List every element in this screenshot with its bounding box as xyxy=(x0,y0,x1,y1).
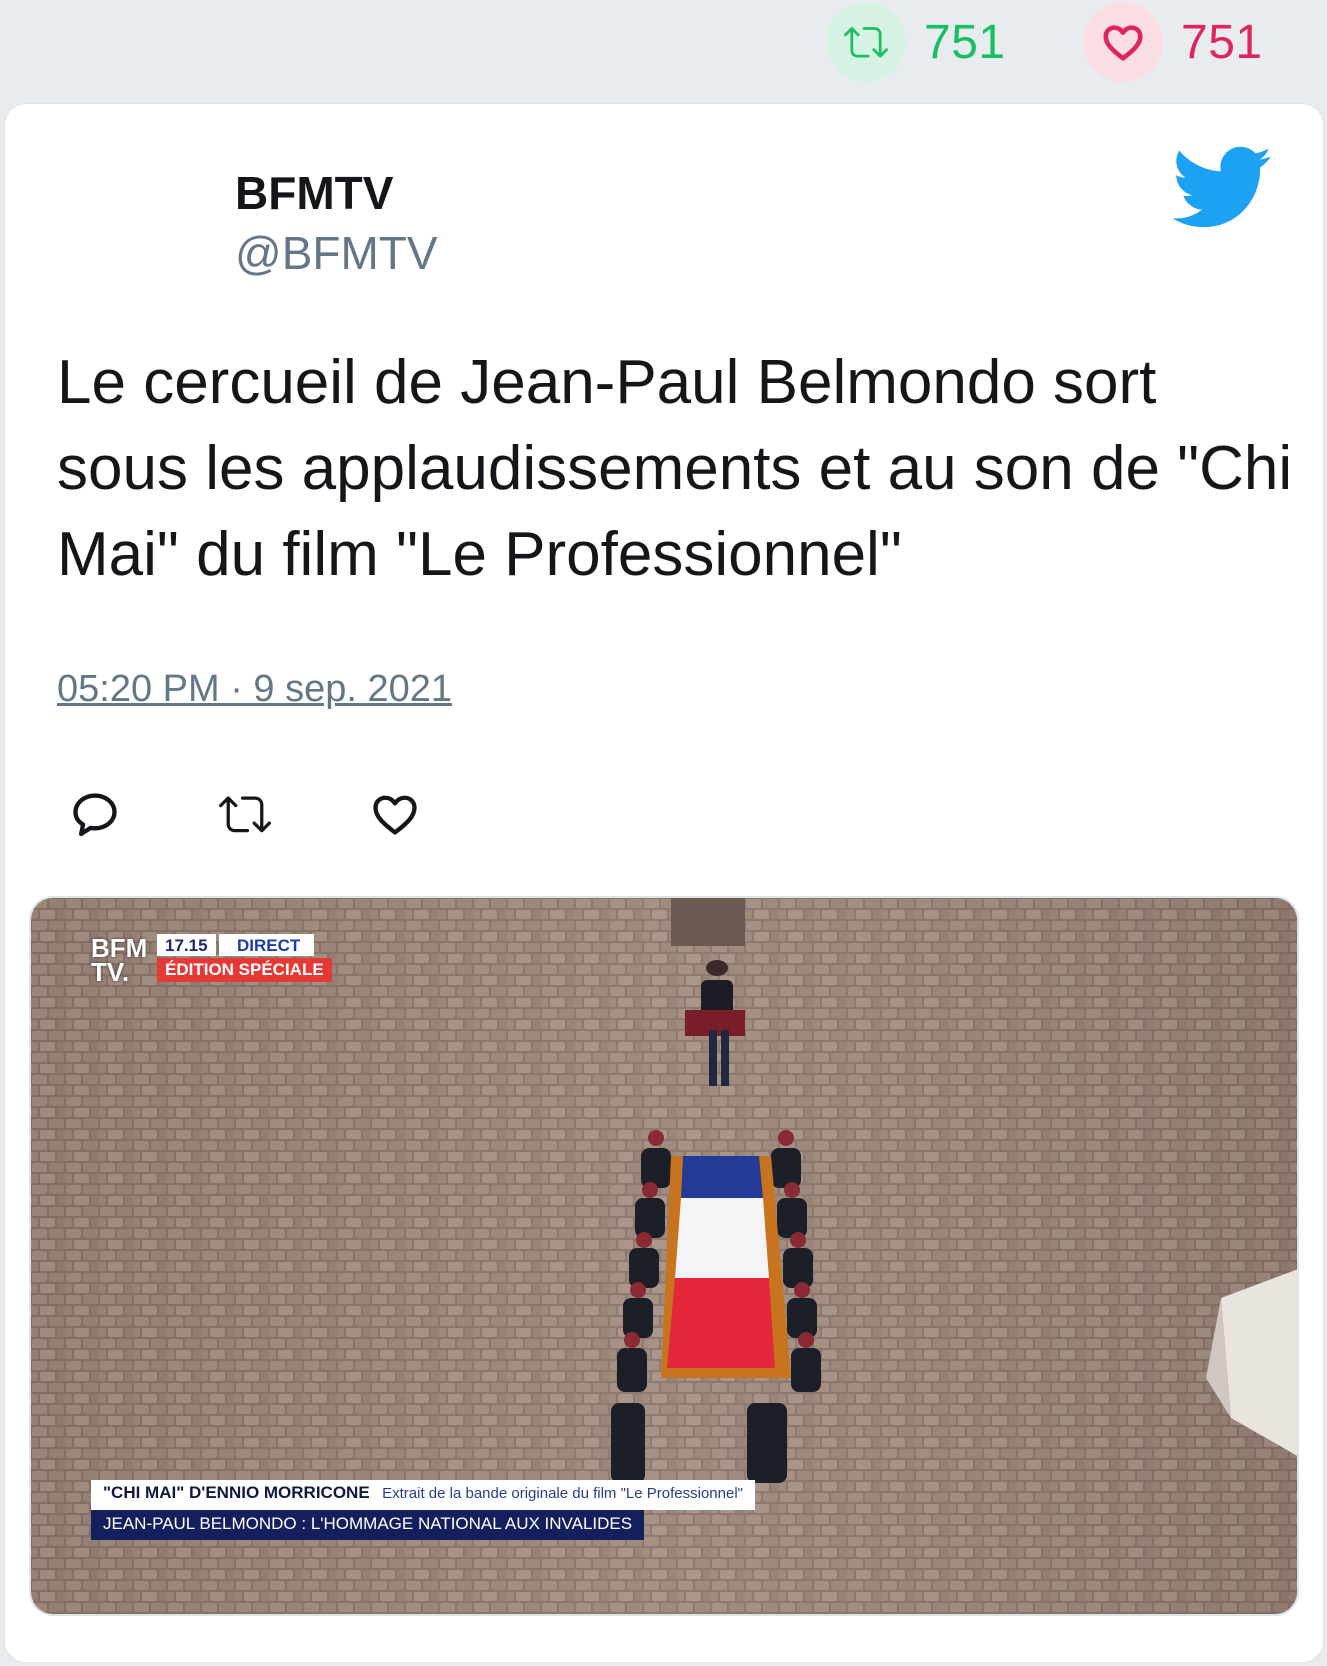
tweet-timestamp[interactable]: 05:20 PM · 9 sep. 2021 xyxy=(57,668,452,711)
author-handle[interactable]: @BFMTV xyxy=(235,224,438,282)
retweet-icon xyxy=(826,2,906,82)
caption-bottom: JEAN-PAUL BELMONDO : L'HOMMAGE NATIONAL … xyxy=(91,1510,645,1540)
caption-top: "CHI MAI" D'ENNIO MORRICONE Extrait de l… xyxy=(91,1480,755,1510)
heart-icon xyxy=(1083,2,1163,82)
engagement-stats-bar: 751 751 xyxy=(0,0,1327,100)
tweet-media-video[interactable]: BFM TV. 17.15 DIRECT ÉDITION SPÉCIALE "C… xyxy=(29,896,1299,1616)
heart-icon xyxy=(373,795,417,835)
retweet-icon xyxy=(219,796,271,833)
like-stat: 751 xyxy=(1083,2,1263,82)
reply-button[interactable] xyxy=(65,784,125,844)
broadcast-time: 17.15 xyxy=(157,934,216,956)
caption-title: "CHI MAI" D'ENNIO MORRICONE xyxy=(103,1483,370,1502)
caption-subtitle: Extrait de la bande originale du film "L… xyxy=(382,1485,743,1502)
like-button[interactable] xyxy=(365,784,425,844)
author-name[interactable]: BFMTV xyxy=(235,164,438,222)
retweet-button[interactable] xyxy=(215,784,275,844)
channel-logo-line2: TV. xyxy=(91,957,130,987)
reply-icon xyxy=(73,793,117,837)
retweet-count: 751 xyxy=(924,15,1006,69)
edition-badge: ÉDITION SPÉCIALE xyxy=(157,958,332,982)
tweet-actions xyxy=(65,784,425,844)
like-count: 751 xyxy=(1181,15,1263,69)
twitter-bird-icon[interactable] xyxy=(1173,146,1273,230)
tweet-author[interactable]: BFMTV @BFMTV xyxy=(235,164,438,282)
retweet-stat: 751 xyxy=(826,2,1006,82)
tweet-card: BFMTV @BFMTV Le cercueil de Jean-Paul Be… xyxy=(4,103,1324,1663)
live-badge: DIRECT xyxy=(219,934,315,956)
channel-logo: BFM TV. xyxy=(91,935,147,987)
tweet-text: Le cercueil de Jean-Paul Belmondo sort s… xyxy=(57,348,1293,589)
